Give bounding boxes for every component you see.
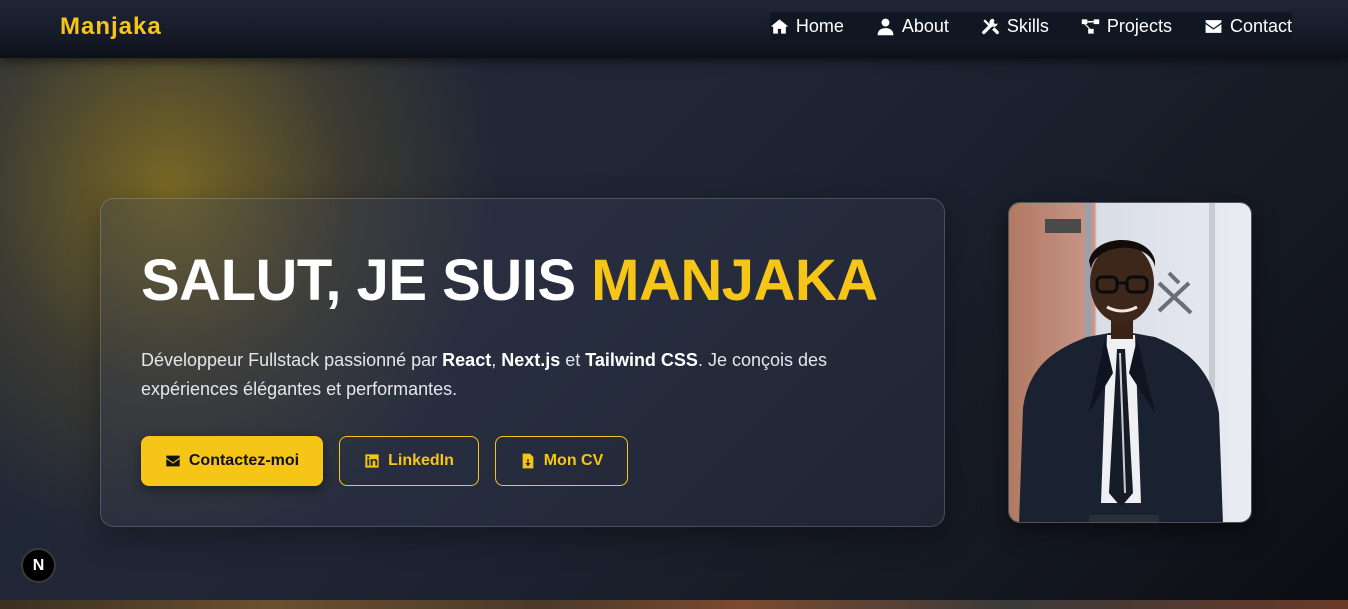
desc-tech-tailwind: Tailwind CSS bbox=[585, 350, 698, 370]
hero-description: Développeur Fullstack passionné par Reac… bbox=[141, 346, 881, 404]
contact-button-label: Contactez-moi bbox=[188, 452, 300, 469]
nav-item-label: Home bbox=[795, 15, 844, 36]
desc-tech-nextjs: Next.js bbox=[501, 350, 561, 370]
home-icon bbox=[770, 18, 789, 34]
nav-item-label: Contact bbox=[1229, 15, 1292, 36]
tools-icon bbox=[981, 18, 999, 34]
linkedin-icon bbox=[365, 454, 379, 468]
hero-buttons: Contactez-moi LinkedIn Mon CV bbox=[141, 436, 628, 486]
brand-logo[interactable]: Manjaka bbox=[60, 13, 162, 41]
hero-title-name: MANJAKA bbox=[591, 248, 878, 313]
next-section-preview bbox=[0, 600, 1348, 609]
envelope-icon bbox=[1205, 19, 1222, 33]
nextjs-badge-label: N bbox=[32, 556, 45, 574]
hero-title-prefix: SALUT, JE SUIS bbox=[141, 248, 592, 313]
desc-sep: et bbox=[560, 350, 586, 370]
nav-item-projects[interactable]: Projects bbox=[1081, 16, 1172, 37]
nextjs-dev-badge[interactable]: N bbox=[21, 548, 56, 583]
nav-item-label: About bbox=[901, 15, 949, 36]
navbar: Manjaka Home About Skills Projects Conta… bbox=[0, 0, 1348, 58]
desc-sep: , bbox=[491, 350, 502, 370]
diagram-icon bbox=[1081, 18, 1100, 34]
user-icon bbox=[877, 18, 894, 35]
profile-photo-illustration bbox=[1009, 203, 1251, 522]
nav-item-skills[interactable]: Skills bbox=[981, 16, 1049, 37]
nav-item-label: Projects bbox=[1106, 15, 1172, 36]
hero-title: SALUT, JE SUIS MANJAKA bbox=[141, 247, 878, 314]
nav-links: Home About Skills Projects Contact bbox=[769, 12, 1292, 40]
desc-text: Développeur Fullstack passionné par bbox=[141, 350, 443, 370]
linkedin-button-label: LinkedIn bbox=[388, 452, 454, 469]
linkedin-button[interactable]: LinkedIn bbox=[339, 436, 479, 486]
hero-card: SALUT, JE SUIS MANJAKA Développeur Fulls… bbox=[100, 198, 945, 527]
nav-item-about[interactable]: About bbox=[876, 16, 949, 37]
nav-item-home[interactable]: Home bbox=[770, 16, 844, 37]
nav-item-contact[interactable]: Contact bbox=[1204, 16, 1292, 37]
cv-button-label: Mon CV bbox=[543, 452, 604, 469]
cv-download-button[interactable]: Mon CV bbox=[495, 436, 628, 486]
contact-button[interactable]: Contactez-moi bbox=[141, 436, 323, 486]
envelope-icon bbox=[166, 455, 180, 467]
profile-photo bbox=[1008, 202, 1252, 523]
desc-tech-react: React bbox=[442, 350, 492, 370]
nav-item-label: Skills bbox=[1006, 15, 1049, 36]
file-download-icon bbox=[522, 453, 534, 469]
